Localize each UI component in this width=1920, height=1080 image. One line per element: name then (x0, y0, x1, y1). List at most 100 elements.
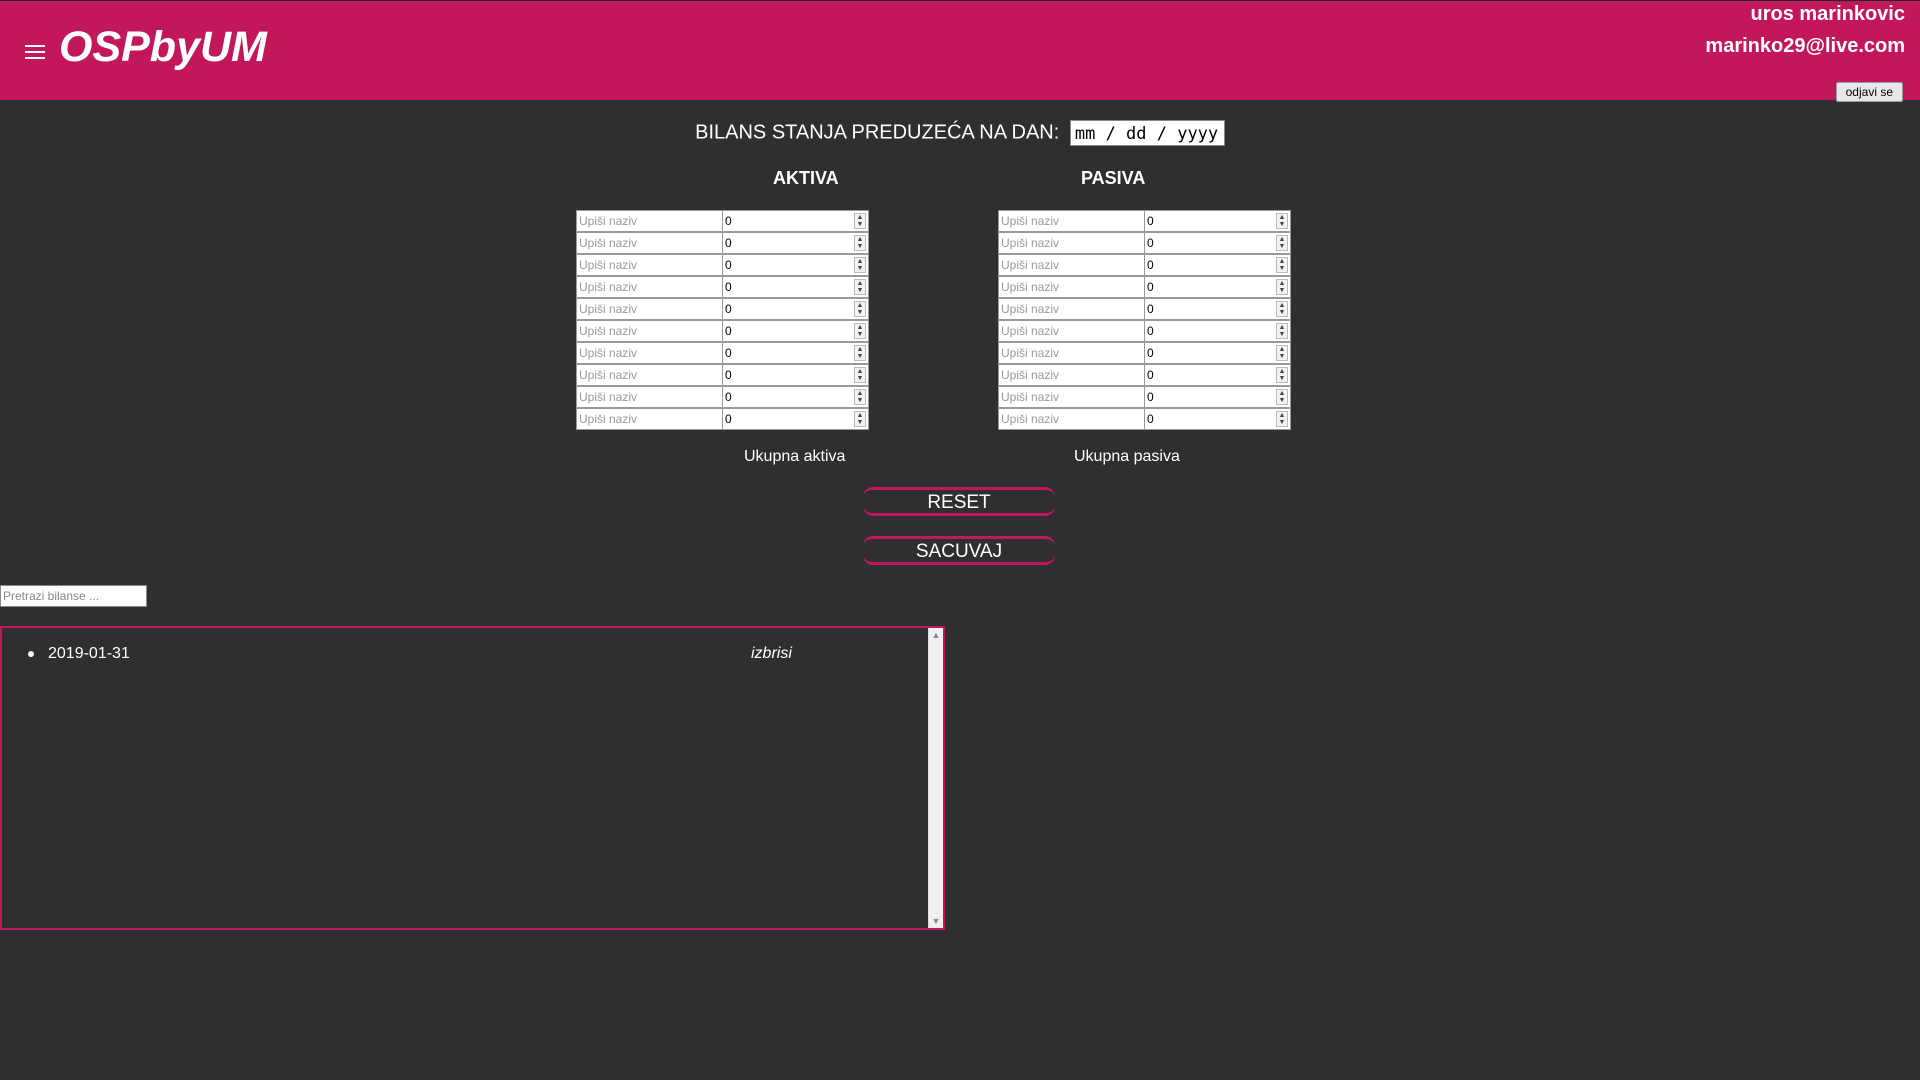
aktiva-value: 0 (725, 280, 732, 294)
spinner-icon[interactable]: ▲ ▼ (1276, 323, 1288, 339)
spinner-icon[interactable]: ▲ ▼ (1276, 301, 1288, 317)
aktiva-value: 0 (725, 412, 732, 426)
pasiva-value-input[interactable]: 0 ▲ ▼ (1145, 364, 1291, 386)
spinner-icon[interactable]: ▲ ▼ (854, 279, 866, 295)
pasiva-value: 0 (1147, 302, 1154, 316)
app-header: OSPbyUM uros marinkovic marinko29@live.c… (0, 0, 1920, 102)
aktiva-row: Upiši naziv 0 ▲ ▼ (576, 254, 869, 276)
aktiva-value-input[interactable]: 0 ▲ ▼ (723, 342, 869, 364)
spinner-icon[interactable]: ▲ ▼ (1276, 279, 1288, 295)
pasiva-row: Upiši naziv 0 ▲ ▼ (998, 298, 1291, 320)
pasiva-name-input[interactable]: Upiši naziv (998, 364, 1145, 386)
scroll-up-icon[interactable]: ▲ (929, 628, 943, 642)
aktiva-name-input[interactable]: Upiši naziv (576, 276, 723, 298)
spinner-icon[interactable]: ▲ ▼ (1276, 213, 1288, 229)
aktiva-row: Upiši naziv 0 ▲ ▼ (576, 386, 869, 408)
pasiva-name-input[interactable]: Upiši naziv (998, 298, 1145, 320)
pasiva-name-input[interactable]: Upiši naziv (998, 254, 1145, 276)
pasiva-name-input[interactable]: Upiši naziv (998, 342, 1145, 364)
logout-button[interactable]: odjavi se (1835, 82, 1903, 102)
aktiva-value-input[interactable]: 0 ▲ ▼ (723, 254, 869, 276)
spinner-icon[interactable]: ▲ ▼ (1276, 235, 1288, 251)
pasiva-row: Upiši naziv 0 ▲ ▼ (998, 386, 1291, 408)
aktiva-value-input[interactable]: 0 ▲ ▼ (723, 298, 869, 320)
spinner-icon[interactable]: ▲ ▼ (1276, 257, 1288, 273)
pasiva-name-input[interactable]: Upiši naziv (998, 232, 1145, 254)
aktiva-value: 0 (725, 302, 732, 316)
aktiva-value-input[interactable]: 0 ▲ ▼ (723, 210, 869, 232)
pasiva-value-input[interactable]: 0 ▲ ▼ (1145, 276, 1291, 298)
pasiva-name-input[interactable]: Upiši naziv (998, 320, 1145, 342)
pasiva-row: Upiši naziv 0 ▲ ▼ (998, 408, 1291, 430)
spinner-icon[interactable]: ▲ ▼ (854, 345, 866, 361)
spinner-icon[interactable]: ▲ ▼ (1276, 367, 1288, 383)
save-button[interactable]: SACUVAJ (863, 536, 1055, 565)
pasiva-row: Upiši naziv 0 ▲ ▼ (998, 276, 1291, 298)
aktiva-value: 0 (725, 390, 732, 404)
aktiva-value: 0 (725, 324, 732, 338)
aktiva-name-input[interactable]: Upiši naziv (576, 298, 723, 320)
scroll-down-icon[interactable]: ▼ (929, 914, 943, 928)
spinner-icon[interactable]: ▲ ▼ (854, 389, 866, 405)
aktiva-value-input[interactable]: 0 ▲ ▼ (723, 232, 869, 254)
aktiva-value: 0 (725, 368, 732, 382)
search-input[interactable]: Pretrazi bilanse ... (0, 585, 147, 607)
aktiva-value-input[interactable]: 0 ▲ ▼ (723, 364, 869, 386)
aktiva-value-input[interactable]: 0 ▲ ▼ (723, 276, 869, 298)
spinner-icon[interactable]: ▲ ▼ (854, 301, 866, 317)
hamburger-menu-icon[interactable] (25, 45, 45, 59)
aktiva-name-input[interactable]: Upiši naziv (576, 254, 723, 276)
pasiva-name-input[interactable]: Upiši naziv (998, 276, 1145, 298)
pasiva-value-input[interactable]: 0 ▲ ▼ (1145, 320, 1291, 342)
aktiva-name-input[interactable]: Upiši naziv (576, 364, 723, 386)
date-row: BILANS STANJA PREDUZEĆA NA DAN: mm / dd … (0, 120, 1920, 146)
aktiva-row: Upiši naziv 0 ▲ ▼ (576, 298, 869, 320)
reset-button[interactable]: RESET (863, 487, 1055, 516)
list-scrollbar[interactable]: ▲ ▼ (928, 628, 943, 928)
pasiva-value-input[interactable]: 0 ▲ ▼ (1145, 254, 1291, 276)
pasiva-value: 0 (1147, 324, 1154, 338)
aktiva-name-input[interactable]: Upiši naziv (576, 386, 723, 408)
aktiva-name-input[interactable]: Upiši naziv (576, 232, 723, 254)
aktiva-name-input[interactable]: Upiši naziv (576, 210, 723, 232)
pasiva-value-input[interactable]: 0 ▲ ▼ (1145, 210, 1291, 232)
aktiva-title: AKTIVA (773, 168, 839, 188)
date-input[interactable]: mm / dd / yyyy (1069, 120, 1225, 146)
spinner-icon[interactable]: ▲ ▼ (854, 367, 866, 383)
spinner-icon[interactable]: ▲ ▼ (854, 411, 866, 427)
pasiva-name-input[interactable]: Upiši naziv (998, 210, 1145, 232)
pasiva-row: Upiši naziv 0 ▲ ▼ (998, 210, 1291, 232)
user-name: uros marinkovic (1750, 3, 1905, 25)
pasiva-value-input[interactable]: 0 ▲ ▼ (1145, 232, 1291, 254)
pasiva-value: 0 (1147, 280, 1154, 294)
pasiva-value-input[interactable]: 0 ▲ ▼ (1145, 386, 1291, 408)
pasiva-row: Upiši naziv 0 ▲ ▼ (998, 320, 1291, 342)
aktiva-value-input[interactable]: 0 ▲ ▼ (723, 386, 869, 408)
aktiva-value: 0 (725, 236, 732, 250)
pasiva-name-input[interactable]: Upiši naziv (998, 386, 1145, 408)
spinner-icon[interactable]: ▲ ▼ (854, 213, 866, 229)
pasiva-value-input[interactable]: 0 ▲ ▼ (1145, 408, 1291, 430)
spinner-icon[interactable]: ▲ ▼ (854, 323, 866, 339)
pasiva-value: 0 (1147, 390, 1154, 404)
aktiva-value-input[interactable]: 0 ▲ ▼ (723, 408, 869, 430)
pasiva-name-input[interactable]: Upiši naziv (998, 408, 1145, 430)
spinner-icon[interactable]: ▲ ▼ (854, 235, 866, 251)
pasiva-value-input[interactable]: 0 ▲ ▼ (1145, 298, 1291, 320)
aktiva-row: Upiši naziv 0 ▲ ▼ (576, 210, 869, 232)
aktiva-name-input[interactable]: Upiši naziv (576, 408, 723, 430)
pasiva-row: Upiši naziv 0 ▲ ▼ (998, 254, 1291, 276)
aktiva-value-input[interactable]: 0 ▲ ▼ (723, 320, 869, 342)
aktiva-name-input[interactable]: Upiši naziv (576, 342, 723, 364)
spinner-icon[interactable]: ▲ ▼ (1276, 389, 1288, 405)
pasiva-row: Upiši naziv 0 ▲ ▼ (998, 342, 1291, 364)
spinner-icon[interactable]: ▲ ▼ (1276, 345, 1288, 361)
aktiva-value: 0 (725, 258, 732, 272)
pasiva-value-input[interactable]: 0 ▲ ▼ (1145, 342, 1291, 364)
aktiva-value: 0 (725, 346, 732, 360)
pasiva-inputs: Upiši naziv 0 ▲ ▼ Upiši naziv 0 ▲ ▼ Upiši naziv 0… (998, 210, 1291, 430)
delete-link[interactable]: izbrisi (751, 645, 792, 663)
aktiva-name-input[interactable]: Upiši naziv (576, 320, 723, 342)
spinner-icon[interactable]: ▲ ▼ (1276, 411, 1288, 427)
spinner-icon[interactable]: ▲ ▼ (854, 257, 866, 273)
